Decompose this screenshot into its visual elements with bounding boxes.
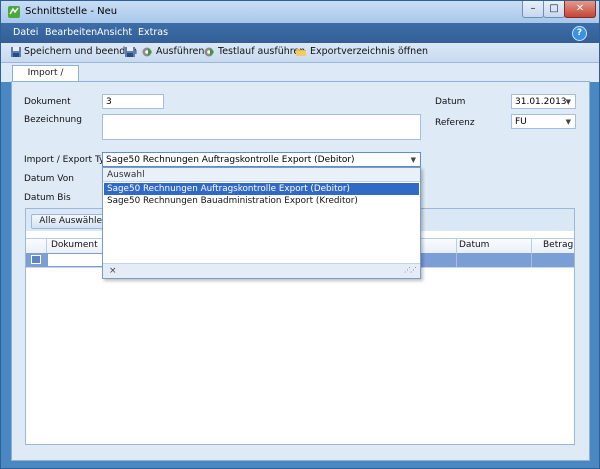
save-close-button[interactable]: Speichern und beenden xyxy=(24,46,137,57)
maximize-button[interactable]: □ xyxy=(543,1,565,18)
tab-strip: Import / Export xyxy=(1,63,599,93)
typ-dropdown-popup: Auswahl Sage50 Rechnungen Auftragskontro… xyxy=(102,167,421,279)
datum-value: 31.01.2013 xyxy=(515,97,567,107)
app-window: Schnittstelle - Neu – □ ✕ Datei Bearbeit… xyxy=(0,0,600,469)
save-close-icon xyxy=(11,47,21,57)
menu-ansicht[interactable]: Ansicht xyxy=(97,27,132,38)
close-button[interactable]: ✕ xyxy=(564,1,596,18)
title-bar: Schnittstelle - Neu – □ ✕ xyxy=(1,1,599,23)
clear-icon[interactable]: × xyxy=(109,264,117,278)
datum-field[interactable]: 31.01.2013 ▼ xyxy=(511,94,576,109)
bezeichnung-field[interactable] xyxy=(102,114,421,140)
menu-extras[interactable]: Extras xyxy=(138,27,168,38)
column-datum[interactable]: Datum xyxy=(459,240,489,250)
column-separator xyxy=(531,253,532,267)
resize-grip-icon[interactable]: ⋰⋰ xyxy=(404,266,417,274)
dropdown-option-kreditor[interactable]: Sage50 Rechnungen Bauadministration Expo… xyxy=(104,195,419,207)
chevron-down-icon[interactable]: ▼ xyxy=(411,156,416,164)
run-icon xyxy=(142,47,152,57)
typ-value: Sage50 Rechnungen Auftragskontrolle Expo… xyxy=(106,155,355,165)
dropdown-footer: × ⋰⋰ xyxy=(103,263,420,278)
datum-label: Datum xyxy=(435,97,466,107)
tab-import-export[interactable]: Import / Export xyxy=(12,65,79,93)
chevron-down-icon[interactable]: ▼ xyxy=(566,118,571,126)
folder-icon xyxy=(296,49,306,56)
datum-von-label: Datum Von xyxy=(24,174,74,184)
toolbar: Speichern und beenden Ausführen Testlauf… xyxy=(1,43,599,63)
run-button[interactable]: Ausführen xyxy=(156,46,204,57)
save-icon[interactable] xyxy=(124,46,136,58)
menu-bar: Datei Bearbeiten Ansicht Extras xyxy=(1,23,599,43)
help-icon[interactable]: ? xyxy=(572,26,587,41)
column-separator xyxy=(456,239,457,253)
column-separator xyxy=(531,239,532,253)
chevron-down-icon[interactable]: ▼ xyxy=(566,98,571,106)
column-separator xyxy=(46,239,47,253)
bezeichnung-label: Bezeichnung xyxy=(24,115,82,125)
referenz-label: Referenz xyxy=(435,118,475,128)
dokument-field[interactable]: 3 xyxy=(102,94,164,109)
column-dokument[interactable]: Dokument xyxy=(51,240,98,250)
test-run-button[interactable]: Testlauf ausführen xyxy=(218,46,305,57)
app-icon xyxy=(8,6,20,18)
menu-bearbeiten[interactable]: Bearbeiten xyxy=(45,27,97,38)
dropdown-option-debitor[interactable]: Sage50 Rechnungen Auftragskontrolle Expo… xyxy=(104,183,419,195)
table-cell-dokument[interactable] xyxy=(48,254,108,266)
column-separator xyxy=(456,253,457,267)
column-betrag[interactable]: Betrag xyxy=(543,240,573,250)
dropdown-header: Auswahl xyxy=(103,168,420,182)
menu-datei[interactable]: Datei xyxy=(13,27,38,38)
typ-select[interactable]: Sage50 Rechnungen Auftragskontrolle Expo… xyxy=(102,152,421,167)
dokument-label: Dokument xyxy=(24,97,71,107)
export-dir-button[interactable]: Exportverzeichnis öffnen xyxy=(310,46,428,57)
minimize-button[interactable]: – xyxy=(522,1,544,18)
datum-bis-label: Datum Bis xyxy=(24,193,71,203)
typ-label: Import / Export Typ xyxy=(24,155,111,165)
referenz-value: FU xyxy=(515,117,527,127)
referenz-select[interactable]: FU ▼ xyxy=(511,114,576,129)
row-indicator-icon xyxy=(31,255,41,264)
test-run-icon xyxy=(204,47,214,57)
window-title: Schnittstelle - Neu xyxy=(25,6,118,17)
